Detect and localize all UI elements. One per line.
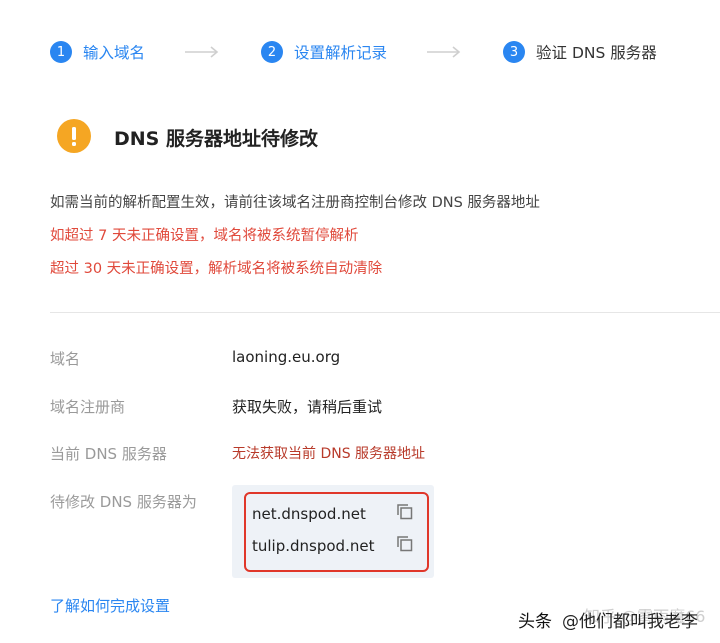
step-1-number: 1 — [50, 41, 72, 63]
current-dns-label: 当前 DNS 服务器 — [50, 445, 167, 463]
watermark: 知乎 @雾雨魔66 头条 @他们都叫我老李 — [518, 607, 705, 632]
registrar-label: 域名注册商 — [50, 398, 126, 416]
step-3-label: 验证 DNS 服务器 — [536, 44, 657, 62]
step-2: 2 设置解析记录 — [261, 41, 387, 63]
exclamation-circle-icon — [57, 119, 91, 153]
current-dns-value: 无法获取当前 DNS 服务器地址 — [232, 446, 426, 462]
dns-server-item: net.dnspod.net — [252, 505, 366, 523]
arrow-right-icon — [185, 46, 219, 58]
warning-7-days: 如超过 7 天未正确设置，域名将被系统暂停解析 — [50, 228, 359, 244]
registrar-value: 获取失败，请稍后重试 — [232, 398, 383, 416]
step-1-label: 输入域名 — [83, 44, 146, 62]
copy-icon[interactable] — [396, 535, 413, 552]
divider — [50, 312, 720, 313]
step-3: 3 验证 DNS 服务器 — [503, 41, 657, 63]
watermark-prefix: 头条 — [518, 612, 552, 632]
dns-server-item: tulip.dnspod.net — [252, 537, 375, 555]
step-1: 1 输入域名 — [50, 41, 145, 63]
copy-icon[interactable] — [396, 503, 413, 520]
domain-value: laoning.eu.org — [232, 348, 341, 366]
description-text: 如需当前的解析配置生效，请前往该域名注册商控制台修改 DNS 服务器地址 — [50, 195, 540, 211]
help-link[interactable]: 了解如何完成设置 — [50, 595, 170, 616]
step-2-label: 设置解析记录 — [294, 44, 388, 62]
watermark-author: @他们都叫我老李 — [562, 612, 698, 632]
domain-label: 域名 — [50, 350, 81, 368]
step-2-number: 2 — [261, 41, 284, 63]
arrow-right-icon — [427, 46, 461, 58]
step-3-number: 3 — [503, 41, 526, 63]
target-dns-label: 待修改 DNS 服务器为 — [50, 493, 197, 511]
warning-30-days: 超过 30 天未正确设置，解析域名将被系统自动清除 — [50, 261, 383, 277]
warning-title: DNS 服务器地址待修改 — [114, 128, 318, 150]
steps-indicator: 1 输入域名 2 设置解析记录 3 验证 DNS 服务器 — [50, 38, 657, 66]
